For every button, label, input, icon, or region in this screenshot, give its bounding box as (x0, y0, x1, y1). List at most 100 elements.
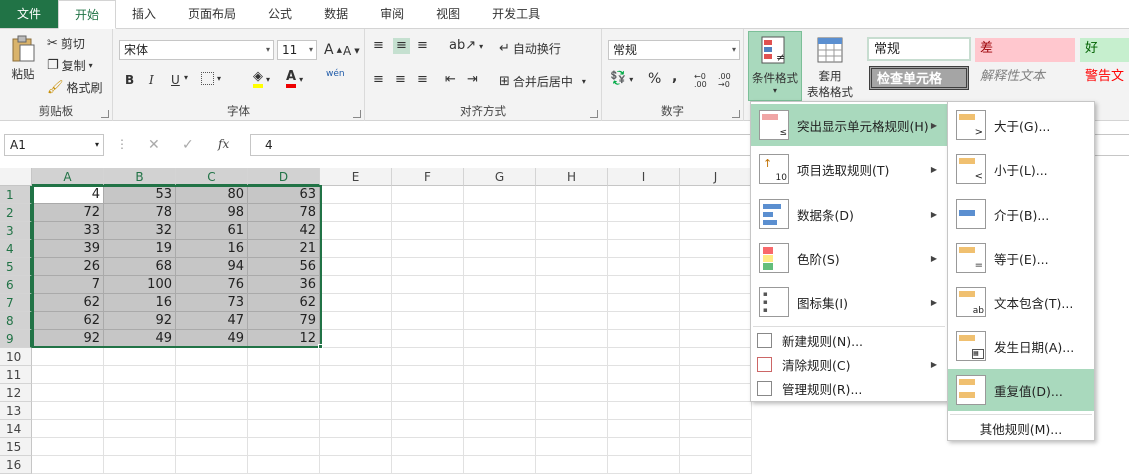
cell[interactable] (392, 276, 464, 294)
column-header[interactable]: E (320, 168, 392, 186)
cell[interactable] (392, 366, 464, 384)
cell[interactable] (320, 456, 392, 474)
number-launcher-icon[interactable] (732, 110, 740, 118)
cell[interactable]: 76 (176, 276, 248, 294)
cell[interactable] (176, 438, 248, 456)
cell[interactable] (680, 204, 752, 222)
cell[interactable] (32, 366, 104, 384)
cell[interactable] (104, 420, 176, 438)
style-normal[interactable]: 常规 (867, 37, 971, 61)
cell[interactable] (680, 186, 752, 204)
row-header[interactable]: 11 (0, 366, 32, 384)
cell[interactable] (536, 294, 608, 312)
tab-page-layout[interactable]: 页面布局 (172, 0, 252, 28)
submenu-duplicate-values[interactable]: 重复值(D)... (948, 369, 1094, 411)
cell[interactable] (392, 420, 464, 438)
cell[interactable] (680, 222, 752, 240)
cell[interactable] (608, 204, 680, 222)
wrap-text-button[interactable]: ↵ 自动换行 (499, 40, 561, 57)
cell[interactable]: 36 (248, 276, 320, 294)
cell[interactable] (248, 456, 320, 474)
cell[interactable] (608, 402, 680, 420)
cell[interactable] (680, 240, 752, 258)
cell[interactable]: 42 (248, 222, 320, 240)
cell[interactable]: 7 (32, 276, 104, 294)
cell[interactable] (536, 384, 608, 402)
percent-button[interactable]: % (648, 71, 661, 87)
cell[interactable] (464, 240, 536, 258)
cell[interactable] (608, 366, 680, 384)
cut-button[interactable]: ✂ 剪切 (47, 35, 85, 52)
cell[interactable] (464, 294, 536, 312)
cell[interactable] (608, 240, 680, 258)
tab-file[interactable]: 文件 (0, 0, 58, 28)
cell[interactable] (536, 366, 608, 384)
copy-button[interactable]: ❐ 复制 ▾ (47, 57, 93, 74)
cell[interactable]: 92 (32, 330, 104, 348)
align-top-button[interactable]: ≡ (373, 39, 384, 53)
cell[interactable] (464, 312, 536, 330)
cell[interactable]: 19 (104, 240, 176, 258)
cell[interactable] (392, 258, 464, 276)
cell[interactable] (320, 258, 392, 276)
cell[interactable] (392, 204, 464, 222)
cell[interactable] (464, 330, 536, 348)
cell[interactable] (680, 402, 752, 420)
style-good[interactable]: 好 (1080, 38, 1129, 62)
increase-indent-button[interactable]: ⇥ (467, 73, 478, 87)
menu-data-bars[interactable]: 数据条(D) ▶ (751, 193, 947, 235)
cell[interactable]: 92 (104, 312, 176, 330)
conditional-format-button[interactable]: ≠ 条件格式 ▾ (748, 31, 802, 101)
cell[interactable] (320, 348, 392, 366)
row-header[interactable]: 15 (0, 438, 32, 456)
row-header[interactable]: 5 (0, 258, 32, 276)
cell[interactable] (464, 222, 536, 240)
cell[interactable]: 62 (32, 312, 104, 330)
cell[interactable] (32, 348, 104, 366)
shrink-font-button[interactable]: A ▼ (343, 44, 360, 58)
cell[interactable] (32, 420, 104, 438)
submenu-between[interactable]: 介于(B)... (948, 193, 1094, 235)
cell[interactable] (320, 438, 392, 456)
cell[interactable] (608, 294, 680, 312)
cell[interactable] (608, 384, 680, 402)
cell[interactable] (464, 366, 536, 384)
cell[interactable] (320, 312, 392, 330)
cell[interactable] (680, 276, 752, 294)
cell[interactable] (608, 330, 680, 348)
cell[interactable]: 4 (32, 186, 104, 204)
fill-handle[interactable] (318, 344, 323, 349)
cell[interactable] (680, 312, 752, 330)
font-launcher-icon[interactable] (353, 110, 361, 118)
cell[interactable] (392, 222, 464, 240)
cell[interactable] (536, 438, 608, 456)
cell[interactable] (608, 258, 680, 276)
column-header[interactable]: F (392, 168, 464, 186)
row-header[interactable]: 1 (0, 186, 32, 204)
cell[interactable] (464, 384, 536, 402)
cell[interactable] (248, 384, 320, 402)
cell[interactable] (392, 294, 464, 312)
style-check-cell[interactable]: 检查单元格 (869, 66, 969, 90)
cell[interactable] (464, 204, 536, 222)
cell[interactable] (536, 258, 608, 276)
name-box[interactable]: A1 ▾ (4, 134, 104, 156)
row-header[interactable]: 12 (0, 384, 32, 402)
cell[interactable] (176, 456, 248, 474)
bold-button[interactable]: B (125, 73, 134, 87)
cell[interactable] (176, 366, 248, 384)
cell[interactable] (32, 402, 104, 420)
menu-icon-sets[interactable]: ▪ ▪ ▪ 图标集(I) ▶ (751, 281, 947, 323)
cell[interactable] (536, 312, 608, 330)
cell[interactable] (392, 456, 464, 474)
align-bottom-button[interactable]: ≡ (417, 39, 428, 53)
cell[interactable] (680, 366, 752, 384)
confirm-icon[interactable]: ✓ (182, 137, 194, 153)
cell[interactable] (680, 384, 752, 402)
cell[interactable] (536, 276, 608, 294)
cell[interactable] (392, 240, 464, 258)
cell[interactable] (320, 222, 392, 240)
cell[interactable]: 49 (104, 330, 176, 348)
tab-home[interactable]: 开始 (58, 0, 117, 29)
italic-button[interactable]: I (149, 73, 154, 87)
